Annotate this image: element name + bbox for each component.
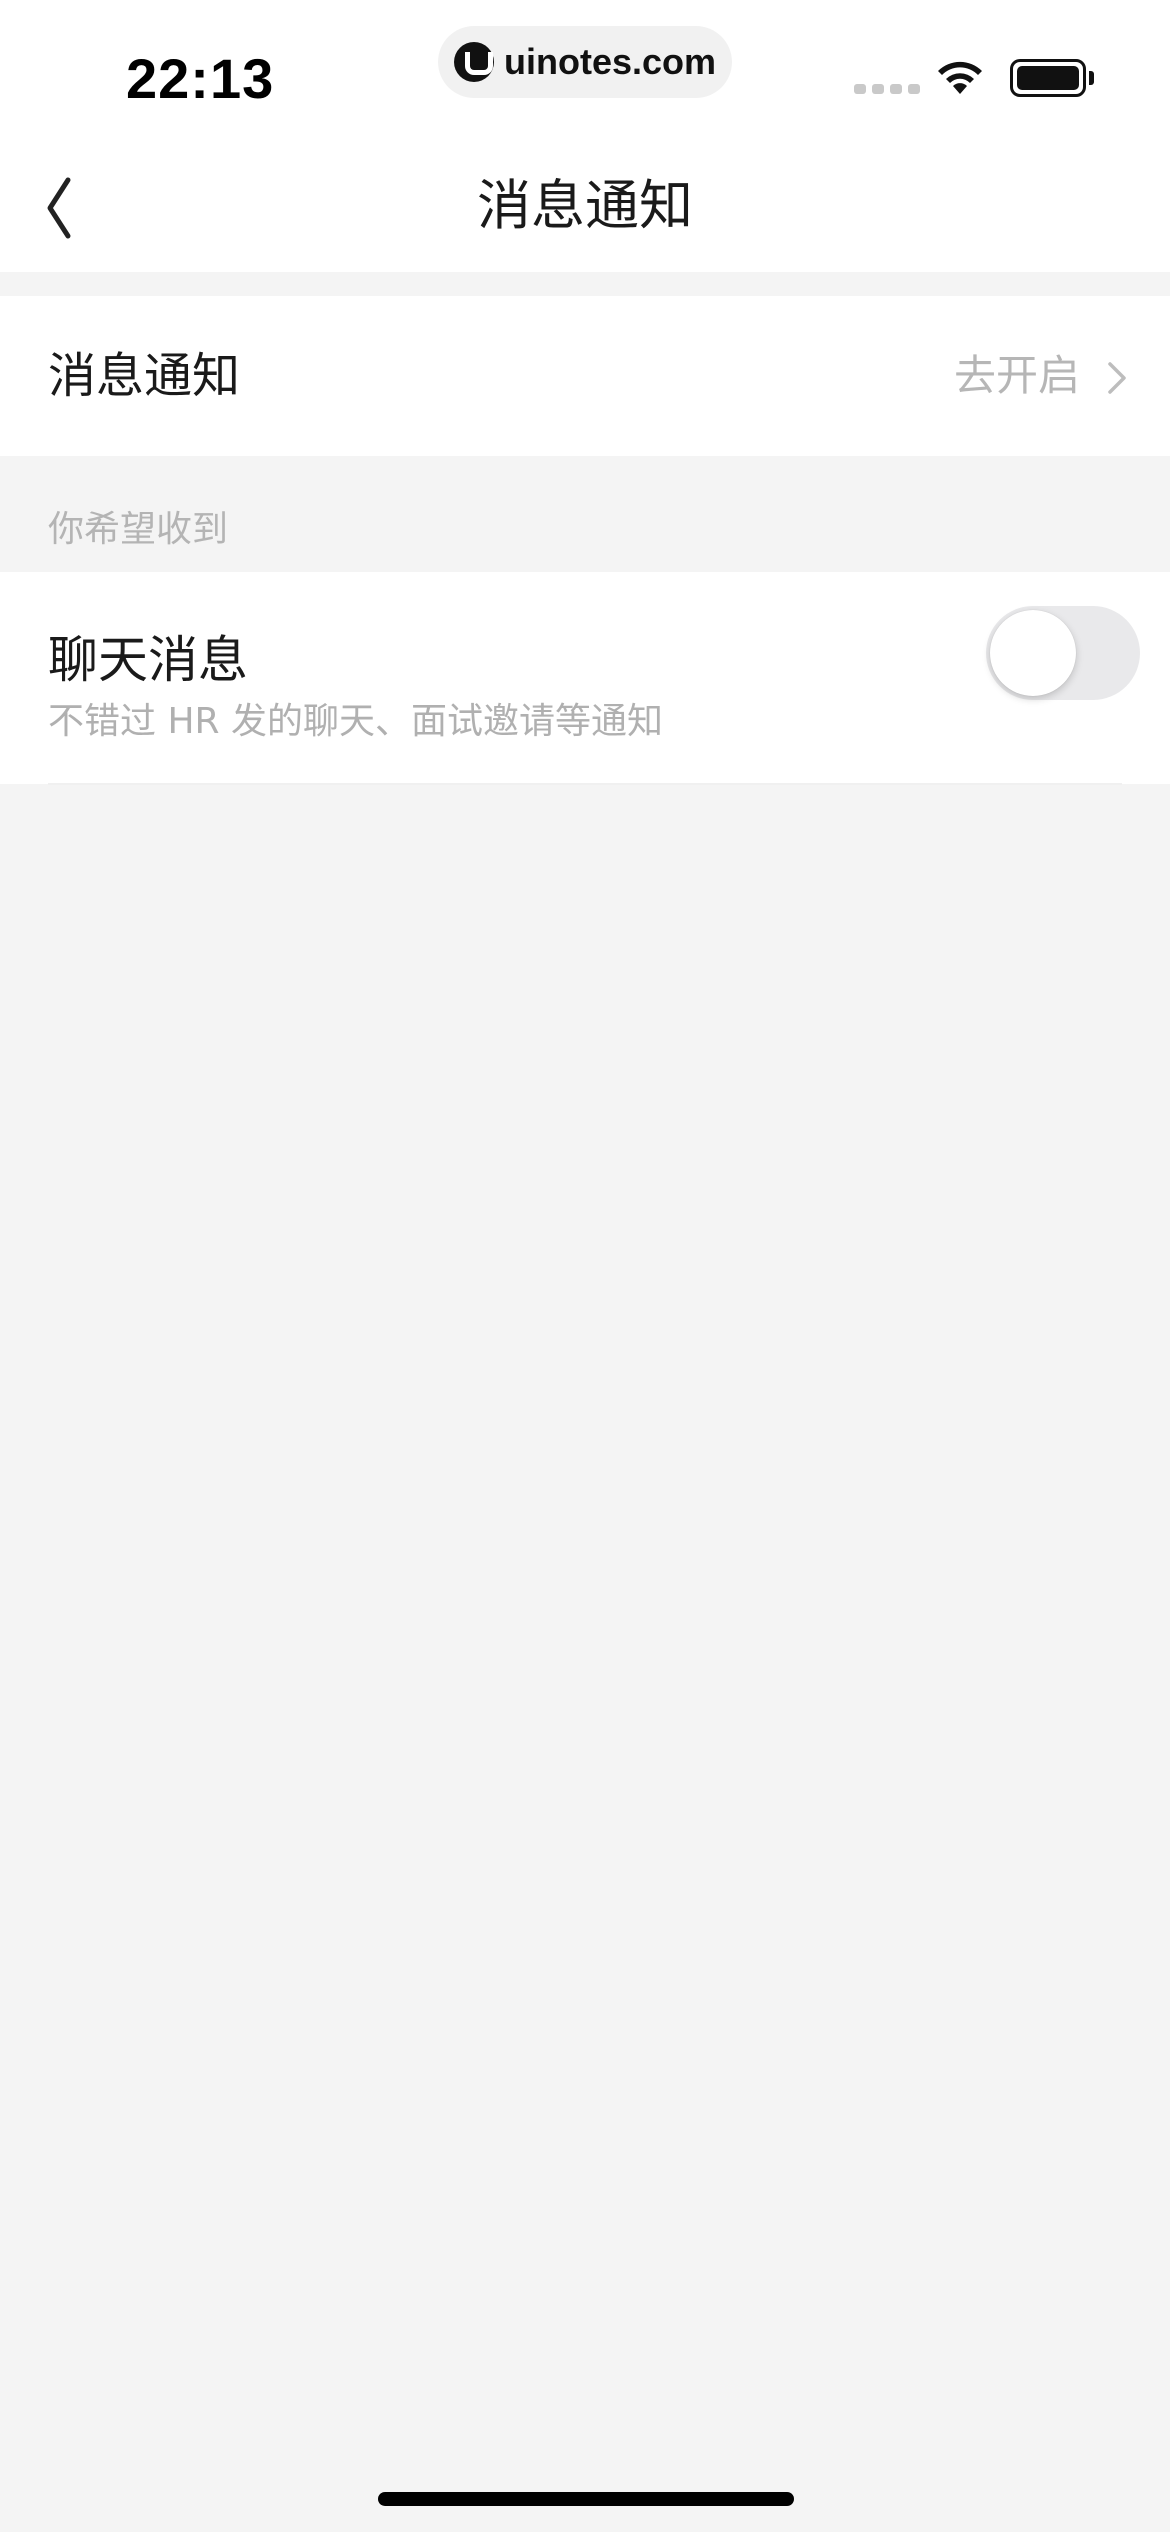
- url-text: uinotes.com: [504, 41, 717, 82]
- url-pill[interactable]: uinotes.com: [438, 26, 732, 98]
- notification-label: 消息通知: [48, 348, 241, 404]
- back-button[interactable]: [36, 170, 106, 246]
- status-time: 22:13: [126, 47, 275, 110]
- battery-cap: [1089, 71, 1094, 85]
- status-bar: 22:13 uinotes.com: [0, 0, 1170, 140]
- chevron-right-icon: [1108, 362, 1126, 394]
- section-header: 你希望收到: [48, 509, 229, 550]
- wifi-icon: [938, 61, 982, 94]
- battery-icon: [1010, 59, 1086, 97]
- navigation-bar: 消息通知: [0, 140, 1170, 272]
- home-indicator: [378, 2492, 794, 2506]
- chevron-left-icon: [47, 177, 71, 239]
- message-notification-row[interactable]: 消息通知 去开启: [0, 296, 1170, 456]
- chat-setting-title: 聊天消息: [48, 631, 248, 689]
- chat-setting-description: 不错过 HR 发的聊天、面试邀请等通知: [48, 701, 663, 742]
- page-title: 消息通知: [477, 174, 693, 237]
- enable-link[interactable]: 去开启: [954, 296, 1080, 456]
- toggle-knob: [990, 610, 1076, 696]
- divider: [48, 783, 1122, 785]
- chat-message-toggle[interactable]: [986, 606, 1140, 700]
- site-logo-icon: [454, 42, 494, 82]
- signal-icon: [854, 84, 920, 94]
- chat-message-setting-row: 聊天消息 不错过 HR 发的聊天、面试邀请等通知: [0, 572, 1170, 784]
